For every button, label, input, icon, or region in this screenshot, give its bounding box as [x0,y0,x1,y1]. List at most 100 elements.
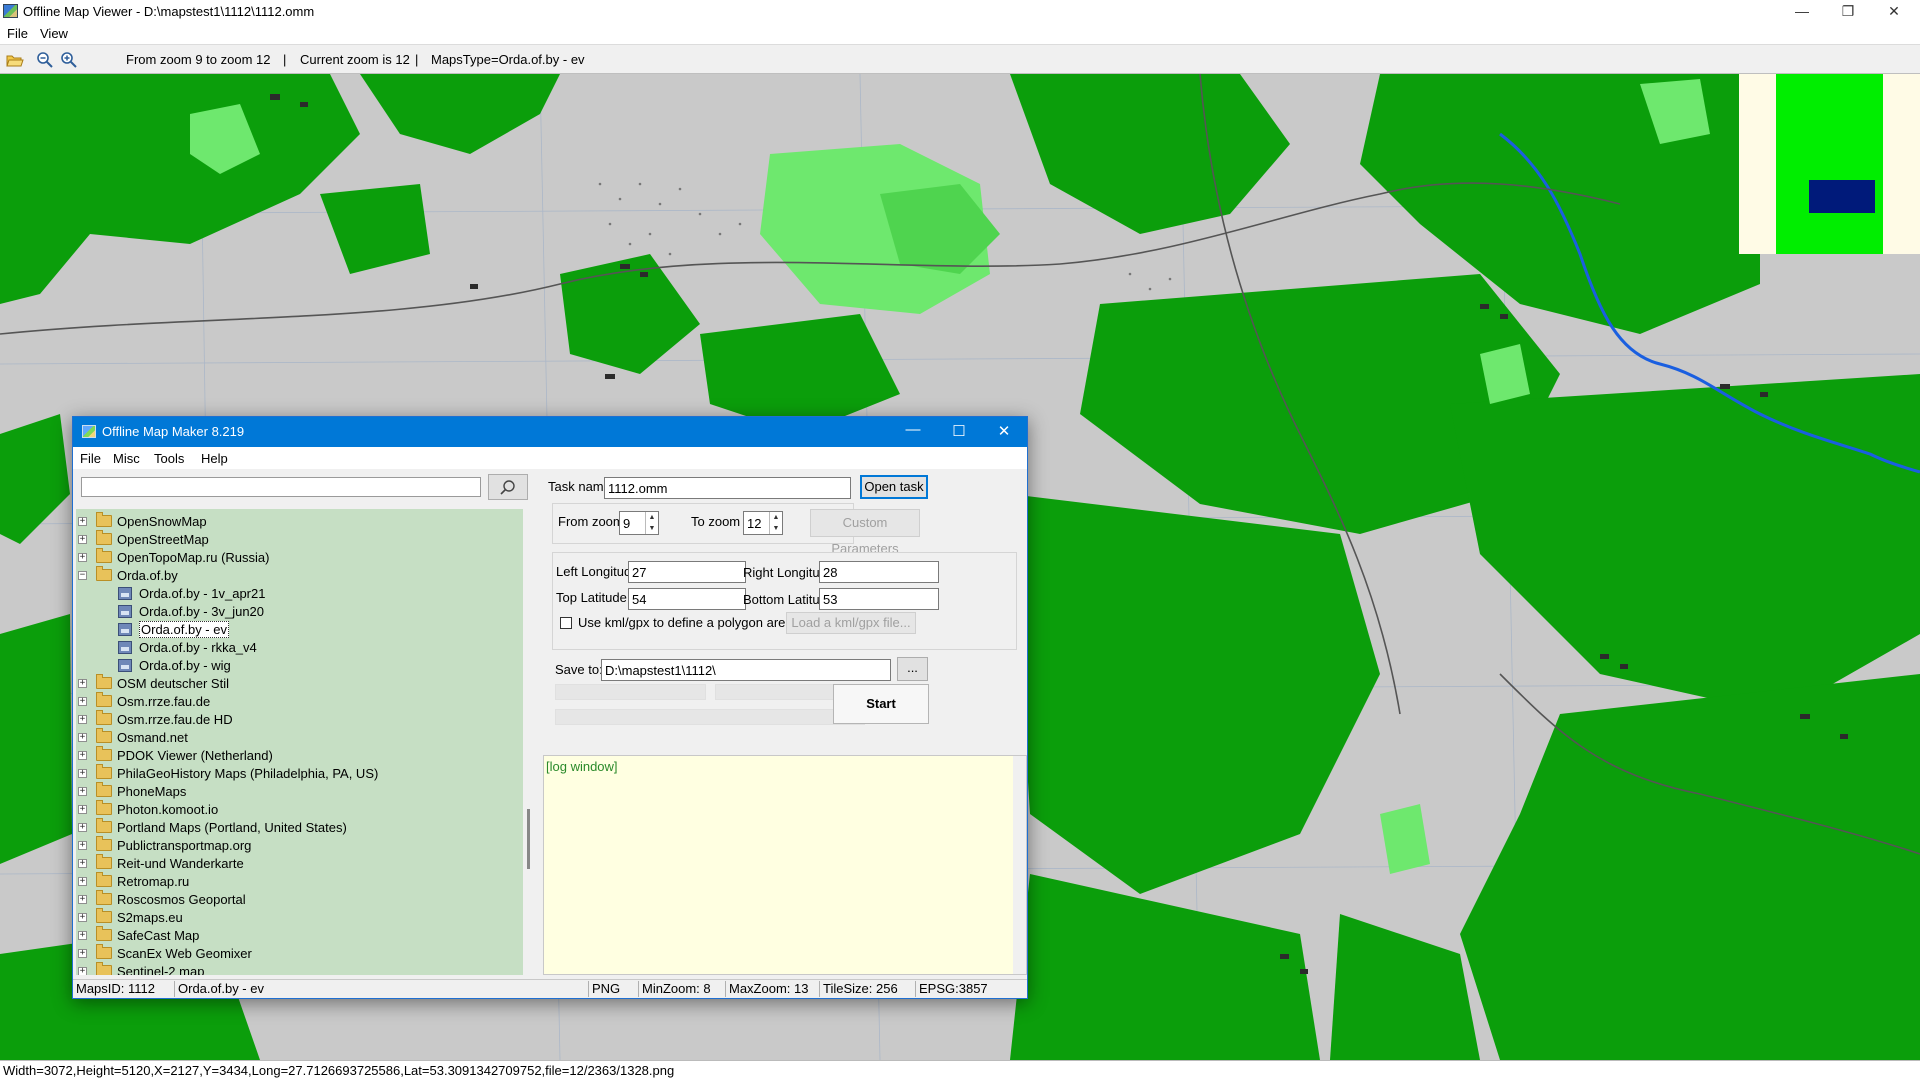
tree-folder-item[interactable]: + Portland Maps (Portland, United States) [76,818,523,837]
minimap-current-viewport[interactable] [1809,180,1875,213]
tree-folder-item[interactable]: + Osmand.net [76,728,523,747]
expand-icon[interactable]: + [78,949,87,958]
zoom-in-icon[interactable] [60,51,78,69]
folder-icon [96,836,112,851]
expand-icon[interactable]: + [78,823,87,832]
tree-item-label: ScanEx Web Geomixer [117,946,252,961]
browse-folder-button[interactable]: ... [897,657,928,681]
spin-up-icon[interactable]: ▲ [645,512,658,523]
tree-folder-item[interactable]: + SafeCast Map [76,926,523,945]
custom-parameters-button[interactable]: Custom Parameters [810,509,920,556]
spin-up-icon[interactable]: ▲ [769,512,782,523]
toolbar: From zoom 9 to zoom 12 | Current zoom is… [0,44,1920,74]
tree-folder-item[interactable]: + Sentinel-2 map [76,962,523,975]
tree-folder-item[interactable]: + ScanEx Web Geomixer [76,944,523,963]
status-format: PNG [588,981,638,997]
folder-icon [96,566,112,581]
tree-scroll-thumb[interactable] [527,809,530,869]
expand-icon[interactable]: + [78,931,87,940]
expand-icon[interactable]: + [78,715,87,724]
map-source-tree[interactable]: + OpenSnowMap + OpenStreetMap + OpenTopoMap.r… [76,509,523,975]
save-to-input[interactable] [601,659,891,681]
tree-item-label: Osm.rrze.fau.de [117,694,211,709]
expand-icon[interactable]: + [78,967,87,975]
dialog-menu-file[interactable]: File [80,451,101,466]
bottom-latitude-input[interactable] [819,588,939,610]
expand-icon[interactable]: + [78,895,87,904]
expand-icon[interactable]: + [78,535,87,544]
tree-folder-item[interactable]: + S2maps.eu [76,908,523,927]
expand-icon[interactable]: + [78,877,87,886]
tree-folder-item[interactable]: + Osm.rrze.fau.de [76,692,523,711]
expand-icon[interactable]: + [78,805,87,814]
tree-folder-item[interactable]: + PDOK Viewer (Netherland) [76,746,523,765]
expand-icon[interactable]: + [78,769,87,778]
expand-icon[interactable]: + [78,787,87,796]
tree-folder-item[interactable]: + Osm.rrze.fau.de HD [76,710,523,729]
tree-folder-item[interactable]: + PhoneMaps [76,782,523,801]
expand-icon[interactable]: + [78,733,87,742]
kml-polygon-checkbox[interactable] [560,617,572,629]
tree-folder-item[interactable]: + Roscosmos Geoportal [76,890,523,909]
from-zoom-stepper[interactable]: 9 ▲ ▼ [619,511,659,535]
start-button[interactable]: Start [833,684,929,724]
expand-icon[interactable]: + [78,697,87,706]
maximize-button[interactable]: ❐ [1825,0,1871,24]
overview-minimap[interactable] [1739,74,1920,254]
spin-down-icon[interactable]: ▼ [769,523,782,534]
task-name-input[interactable] [604,477,851,499]
status-map-name: Orda.of.by - ev [174,981,588,997]
expand-icon[interactable]: + [78,859,87,868]
to-zoom-stepper[interactable]: 12 ▲ ▼ [743,511,783,535]
open-folder-icon[interactable] [6,51,24,69]
tree-folder-item[interactable]: + Photon.komoot.io [76,800,523,819]
zoom-out-icon[interactable] [36,51,54,69]
close-button[interactable]: ✕ [1871,0,1917,24]
tree-folder-item[interactable]: − Orda.of.by [76,566,523,585]
log-scrollbar[interactable] [1013,756,1026,974]
tree-child-item[interactable]: Orda.of.by - rkka_v4 [76,639,523,657]
tree-item-label: Publictransportmap.org [117,838,252,853]
expand-icon[interactable]: + [78,913,87,922]
dialog-menu-tools[interactable]: Tools [154,451,184,466]
tree-child-item[interactable]: Orda.of.by - 1v_apr21 [76,585,523,603]
right-longitude-input[interactable] [819,561,939,583]
expand-icon[interactable]: + [78,841,87,850]
tree-folder-item[interactable]: + OpenSnowMap [76,512,523,531]
load-kml-button[interactable]: Load a kml/gpx file... [786,612,916,634]
dialog-minimize-button[interactable]: — [890,415,936,445]
minimize-button[interactable]: — [1779,0,1825,24]
expand-icon[interactable]: + [78,679,87,688]
tree-scrollbar[interactable] [523,509,535,975]
log-window[interactable]: [log window] [543,755,1027,975]
folder-icon [96,872,112,887]
tree-folder-item[interactable]: + Reit-und Wanderkarte [76,854,523,873]
tree-folder-item[interactable]: + OpenStreetMap [76,530,523,549]
menu-view[interactable]: View [40,26,68,41]
tree-child-item[interactable]: Orda.of.by - 3v_jun20 [76,603,523,621]
spin-down-icon[interactable]: ▼ [645,523,658,534]
tree-folder-item[interactable]: + OSM deutscher Stil [76,674,523,693]
dialog-menu-misc[interactable]: Misc [113,451,140,466]
menu-file[interactable]: File [7,26,28,41]
toolbar-separator: | [283,52,287,67]
tree-folder-item[interactable]: + OpenTopoMap.ru (Russia) [76,548,523,567]
search-input[interactable] [81,477,481,497]
expand-icon[interactable]: + [78,553,87,562]
dialog-close-button[interactable]: ✕ [981,417,1027,447]
left-longitude-input[interactable] [628,561,746,583]
expand-icon[interactable]: + [78,751,87,760]
expand-icon[interactable]: + [78,517,87,526]
open-task-button[interactable]: Open task ... [860,475,928,514]
collapse-icon[interactable]: − [78,571,87,580]
tree-folder-item[interactable]: + Publictransportmap.org [76,836,523,855]
search-button[interactable] [488,474,528,500]
tree-child-item[interactable]: Orda.of.by - wig [76,657,523,675]
tree-folder-item[interactable]: + PhilaGeoHistory Maps (Philadelphia, PA,… [76,764,523,783]
dialog-menu-help[interactable]: Help [201,451,228,466]
top-latitude-input[interactable] [628,588,746,610]
dialog-maximize-button[interactable]: ☐ [936,417,982,447]
tree-child-item[interactable]: Orda.of.by - ev [76,621,523,639]
tree-folder-item[interactable]: + Retromap.ru [76,872,523,891]
folder-icon [96,530,112,545]
